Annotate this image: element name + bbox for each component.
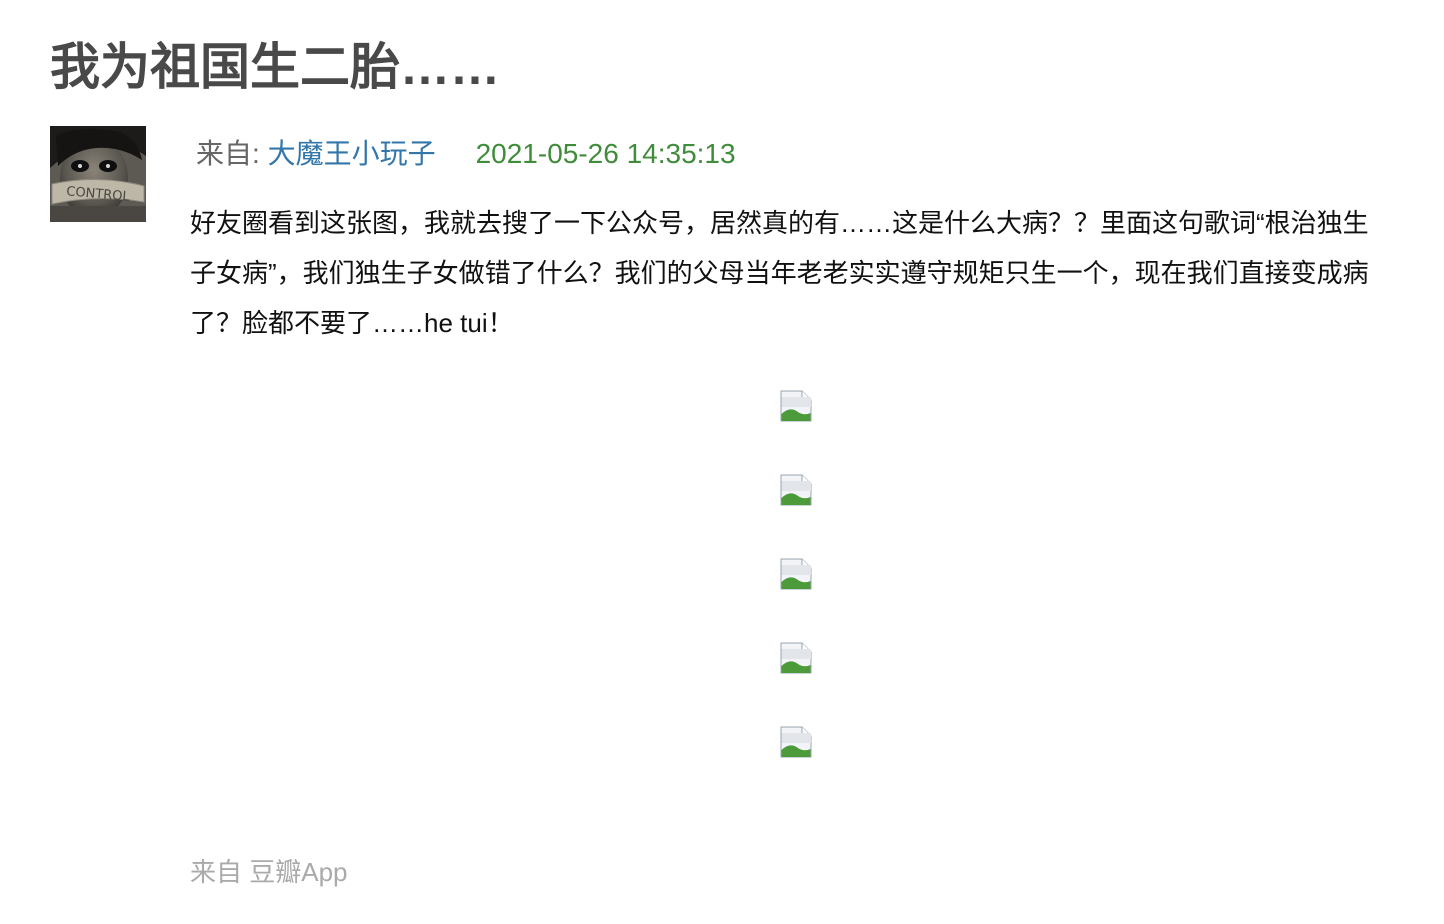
post-title: 我为祖国生二胎……	[50, 39, 500, 95]
post-images	[780, 390, 812, 810]
author-link[interactable]: 大魔王小玩子	[268, 138, 436, 169]
post-content: 好友圈看到这张图，我就去搜了一下公众号，居然真的有……这是什么大病？？里面这句歌…	[190, 208, 1369, 338]
post-timestamp: 2021-05-26 14:35:13	[475, 138, 736, 169]
post-page: 我为祖国生二胎…… CONTROL 来自: 大魔王小玩子 2021-05-26 1…	[0, 0, 1444, 924]
avatar[interactable]: CONTROL	[50, 126, 146, 222]
post-meta: 来自: 大魔王小玩子 2021-05-26 14:35:13	[196, 134, 736, 174]
broken-image-icon[interactable]	[780, 558, 812, 590]
post-source: 来自 豆瓣App	[190, 852, 348, 892]
broken-image-icon[interactable]	[780, 642, 812, 674]
source-app-link[interactable]: 豆瓣App	[249, 857, 347, 887]
from-label: 来自:	[196, 138, 268, 169]
broken-image-icon[interactable]	[780, 390, 812, 422]
broken-image-icon[interactable]	[780, 726, 812, 758]
source-label: 来自	[190, 857, 250, 887]
broken-image-icon[interactable]	[780, 474, 812, 506]
